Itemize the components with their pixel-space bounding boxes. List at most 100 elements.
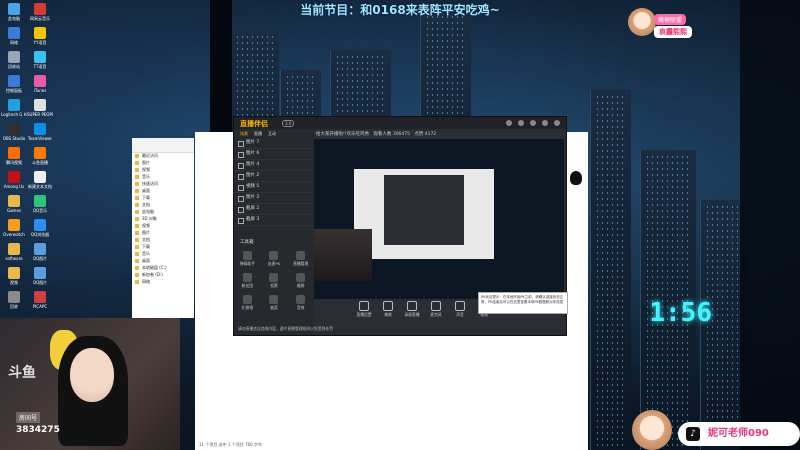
desktop-icon[interactable]: SUPER PEOPLE — [27, 99, 53, 117]
desktop-icon[interactable]: 回收站 — [1, 51, 27, 69]
scene-item[interactable]: 截屏 3 — [234, 215, 314, 226]
minimize-icon[interactable] — [542, 120, 548, 126]
scene-item[interactable]: 截屏 2 — [234, 204, 314, 215]
nav-pane-item[interactable]: 视频 — [132, 167, 194, 174]
tool-icon — [296, 251, 306, 260]
scene-item[interactable]: 图片 2 — [234, 171, 314, 182]
desktop-icon[interactable]: 回收 — [1, 291, 27, 309]
nav-pane-item[interactable]: 快速访问 — [132, 181, 194, 188]
nav-pane-item[interactable]: 网络 — [132, 279, 194, 286]
desktop-icon[interactable]: Logitech G HUB — [1, 99, 27, 117]
live-control-button[interactable]: 直播设置 — [356, 299, 372, 325]
app-titlebar[interactable]: 直播伴侣 3.0 — [234, 117, 566, 129]
nav-pane-item[interactable]: 文档 — [132, 237, 194, 244]
toolbox-item[interactable]: 弹幕助手 — [234, 251, 261, 267]
mail-icon[interactable] — [518, 120, 524, 126]
scene-item[interactable]: 图片 6 — [234, 149, 314, 160]
control-icon — [431, 301, 441, 311]
stream-title[interactable]: 给大家开播啦!!欢乐吃鸡秀 — [316, 132, 369, 137]
desktop-icon[interactable]: Among Us — [1, 171, 27, 189]
tool-icon — [269, 251, 279, 260]
explorer-nav-pane[interactable]: 最近访问 图片 视频 音乐 快速访问 桌面 下载 文档 此电脑 3D 对象 视频 图片 文档 下载 音乐 桌面… — [132, 153, 194, 286]
app-shortcut-icon — [8, 147, 20, 159]
live-control-button[interactable]: 美颜 — [380, 299, 396, 325]
app-shortcut-icon — [34, 51, 46, 63]
desktop-icon-label: 网络 — [10, 40, 18, 45]
control-label: 录屏直播 — [404, 312, 420, 317]
nav-pane-item[interactable]: 图片 — [132, 230, 194, 237]
desktop-icon[interactable]: 腾讯视频 — [1, 147, 27, 165]
close-icon[interactable] — [554, 120, 560, 126]
file-explorer-window[interactable]: 最近访问 图片 视频 音乐 快速访问 桌面 下载 文档 此电脑 3D 对象 视频 图片 文档 下载 音乐 桌面… — [132, 138, 194, 318]
tool-icon — [269, 295, 279, 304]
desktop-icon[interactable]: software — [1, 243, 27, 261]
toolbox-item[interactable]: 音效 — [287, 295, 314, 311]
nav-pane-item[interactable]: 新加卷 (D:) — [132, 272, 194, 279]
toolbox-item[interactable]: 福袋 — [287, 273, 314, 289]
live-control-button[interactable]: 声音 — [452, 299, 468, 325]
nav-pane-item[interactable]: 桌面 — [132, 258, 194, 265]
nav-pane-item[interactable]: 下载 — [132, 244, 194, 251]
desktop-icon[interactable]: TT语音 — [27, 51, 53, 69]
app-shortcut-icon — [34, 171, 46, 183]
scene-item[interactable]: 图片 2 — [234, 193, 314, 204]
desktop-icon[interactable]: QQ图片 — [27, 243, 53, 261]
desktop-icon[interactable]: Games — [1, 195, 27, 213]
desktop-icon[interactable]: 新建文本文档 — [27, 171, 53, 189]
toolbox-item[interactable]: 连麦PK — [261, 251, 288, 267]
qq-penguin-icon[interactable] — [569, 170, 583, 186]
scene-item[interactable]: 图片 4 — [234, 160, 314, 171]
nav-pane-item[interactable]: 3D 对象 — [132, 216, 194, 223]
tool-label: 连麦PK — [267, 261, 281, 266]
desktop-icon[interactable]: 视频 — [1, 267, 27, 285]
like-count: 点赞 4172 — [414, 132, 437, 137]
scene-tab[interactable]: 场景 — [240, 129, 248, 138]
desktop-icon[interactable]: PICAPC — [27, 291, 53, 309]
nav-pane-item[interactable]: 音乐 — [132, 251, 194, 258]
nav-pane-item[interactable]: 本地磁盘 (C:) — [132, 265, 194, 272]
live-control-button[interactable]: 麦克风 — [428, 299, 444, 325]
nav-pane-item[interactable]: 桌面 — [132, 188, 194, 195]
desktop-icon[interactable]: QQ音乐 — [27, 195, 53, 213]
desktop-icon[interactable]: 网络 — [1, 27, 27, 45]
scene-tab[interactable]: 互动 — [268, 129, 276, 138]
desktop-icon[interactable]: 斗鱼直播 — [27, 147, 53, 165]
stream-preview[interactable] — [314, 139, 564, 299]
nav-pane-item[interactable]: 音乐 — [132, 174, 194, 181]
scene-item[interactable]: 图片 7 — [234, 138, 314, 149]
desktop-icon-label: 控制面板 — [6, 88, 22, 93]
scene-item[interactable]: 视频 5 — [234, 182, 314, 193]
scene-panel: 场景 直播 互动 图片 7 图片 6 图片 4 图片 2 视频 5 图片 2 截屏 2 截屏 3 … — [234, 129, 314, 335]
scene-tab[interactable]: 直播 — [254, 129, 262, 138]
toolbox-item[interactable]: 抽奖 — [261, 295, 288, 311]
nav-pane-item[interactable]: 最近访问 — [132, 153, 194, 160]
avatar-icon[interactable] — [506, 120, 512, 126]
live-control-button[interactable]: 录屏直播 — [404, 299, 420, 325]
desktop-icon[interactable]: OBS Studio — [1, 123, 27, 141]
toolbox-item[interactable]: 直播管理 — [287, 251, 314, 267]
nav-pane-item[interactable]: 下载 — [132, 195, 194, 202]
nav-pane-item[interactable]: 文档 — [132, 202, 194, 209]
desktop-icon[interactable]: iTunes — [27, 75, 53, 93]
toolbox-item[interactable]: 投票 — [261, 273, 288, 289]
toolbox-item[interactable]: 粉丝团 — [234, 273, 261, 289]
desktop-icon[interactable]: TeamViewer — [27, 123, 53, 141]
nav-pane-item[interactable]: 视频 — [132, 223, 194, 230]
control-label: 声音 — [456, 312, 464, 317]
desktop-icon[interactable]: QQ浏览器 — [27, 219, 53, 237]
desktop-icon[interactable]: Overwatch — [1, 219, 27, 237]
desktop-icon[interactable]: 控制面板 — [1, 75, 27, 93]
explorer-toolbar[interactable] — [132, 138, 194, 153]
pk-tooltip: PK玩法提示：在本地开始PK之前，请确认连接状态正常，PK结束后可以在这里查看本… — [478, 292, 568, 314]
nav-pane-item[interactable]: 图片 — [132, 160, 194, 167]
explorer-status: 11 个项目 选中 1 个项目 760 字节 — [199, 442, 262, 447]
desktop-icon-label: iTunes — [33, 88, 47, 93]
tiktok-handle-badge: ♪ 妮可老师090 — [678, 422, 800, 446]
window-frame — [740, 0, 800, 450]
desktop-icon[interactable]: YY语音 — [27, 27, 53, 45]
nav-pane-item[interactable]: 此电脑 — [132, 209, 194, 216]
settings-icon[interactable] — [530, 120, 536, 126]
toolbox-item[interactable]: 礼物墙 — [234, 295, 261, 311]
desktop-icon[interactable]: QQ图片 — [27, 267, 53, 285]
desktop-icon-label: QQ图片 — [32, 256, 48, 261]
